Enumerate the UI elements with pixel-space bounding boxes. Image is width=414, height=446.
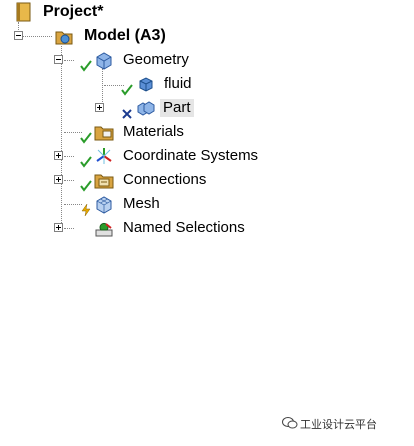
- tree-connector: [20, 36, 52, 37]
- expand-toggle-coordinate-systems[interactable]: [54, 151, 63, 160]
- named-selections-icon: [94, 218, 114, 238]
- check-status-icon: [121, 84, 133, 96]
- model-icon: [54, 26, 74, 46]
- body-icon: [136, 74, 156, 94]
- tree-node-mesh[interactable]: Mesh: [123, 195, 160, 213]
- wechat-icon: [282, 416, 298, 430]
- tree-connector: [61, 46, 62, 229]
- expand-toggle-connections[interactable]: [54, 175, 63, 184]
- tree-node-model[interactable]: Model (A3): [84, 27, 166, 45]
- mesh-icon: [94, 194, 114, 214]
- geometry-icon: [94, 50, 114, 70]
- project-book-icon: [14, 2, 34, 22]
- tree-connector: [64, 180, 74, 181]
- materials-folder-icon: [94, 122, 114, 142]
- tree-node-named-selections[interactable]: Named Selections: [123, 219, 245, 237]
- tree-connector: [64, 156, 74, 157]
- tree-node-part[interactable]: Part: [160, 99, 194, 117]
- collapse-toggle-model[interactable]: [14, 31, 23, 40]
- connections-folder-icon: [94, 170, 114, 190]
- tree-node-materials[interactable]: Materials: [123, 123, 184, 141]
- tree-node-geometry[interactable]: Geometry: [123, 51, 189, 69]
- check-status-icon: [80, 60, 92, 72]
- part-icon: [136, 98, 156, 118]
- expand-toggle-part[interactable]: [95, 103, 104, 112]
- lightning-status-icon: [80, 204, 92, 216]
- check-status-icon: [80, 180, 92, 192]
- collapse-toggle-geometry[interactable]: [54, 55, 63, 64]
- cross-status-icon: [121, 108, 133, 120]
- coordinate-axes-icon: [94, 146, 114, 166]
- watermark-text: 工业设计云平台: [300, 419, 377, 431]
- check-status-icon: [80, 156, 92, 168]
- tree-node-fluid[interactable]: fluid: [164, 75, 192, 93]
- tree-connector: [64, 228, 74, 229]
- expand-toggle-named-selections[interactable]: [54, 223, 63, 232]
- tree-connector: [64, 60, 74, 61]
- tree-connector: [102, 68, 103, 108]
- outline-tree: Project* Model (A3) Geometry fluid Part …: [0, 0, 414, 260]
- check-status-icon: [80, 132, 92, 144]
- tree-node-coordinate-systems[interactable]: Coordinate Systems: [123, 147, 258, 165]
- tree-node-connections[interactable]: Connections: [123, 171, 206, 189]
- tree-node-project[interactable]: Project*: [43, 3, 103, 21]
